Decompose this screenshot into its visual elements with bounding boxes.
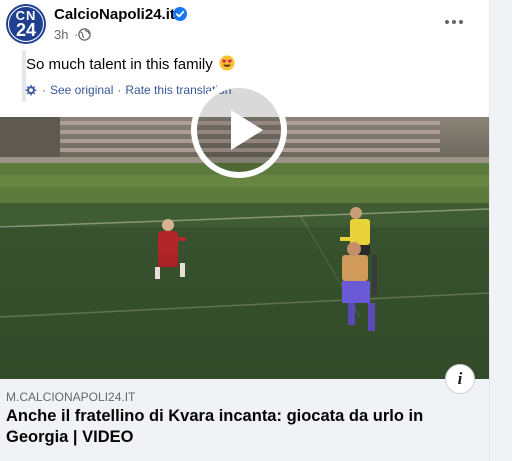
page-background-edge: [489, 0, 512, 461]
post-message-text: So much talent in this family: [26, 56, 213, 73]
play-icon: [231, 110, 263, 150]
info-button[interactable]: i: [445, 364, 475, 394]
dot-separator: ·: [117, 83, 122, 97]
gear-icon: [25, 84, 37, 96]
more-dot: [459, 20, 463, 24]
page-avatar[interactable]: CN 24: [6, 4, 46, 44]
avatar-text-bottom: 24: [15, 20, 37, 40]
verified-badge-icon: [173, 7, 187, 21]
link-headline[interactable]: Anche il fratellino di Kvara incanta: gi…: [6, 406, 426, 448]
heart-eyes-emoji-icon: [219, 55, 235, 71]
play-button[interactable]: [191, 82, 287, 178]
post-time-link[interactable]: 3h: [54, 27, 68, 42]
page-name-link[interactable]: CalcioNapoli24.it: [54, 6, 175, 23]
see-original-link[interactable]: See original: [50, 83, 113, 97]
link-domain: M.CALCIONAPOLI24.IT: [6, 390, 136, 404]
translation-bar: · See original · Rate this translation: [24, 83, 231, 97]
post-message: So much talent in this family: [26, 55, 235, 73]
post-header: CN 24 CalcioNapoli24.it 3h ·: [0, 0, 489, 48]
post-meta: 3h ·: [54, 27, 78, 42]
more-dot: [445, 20, 449, 24]
post-card: CN 24 CalcioNapoli24.it 3h · So much tal…: [0, 0, 489, 461]
link-preview[interactable]: M.CALCIONAPOLI24.IT Anche il fratellino …: [0, 379, 489, 461]
more-options-button[interactable]: [440, 10, 468, 34]
dot-separator: ·: [42, 83, 46, 97]
more-dot: [452, 20, 456, 24]
globe-icon[interactable]: [78, 28, 91, 41]
